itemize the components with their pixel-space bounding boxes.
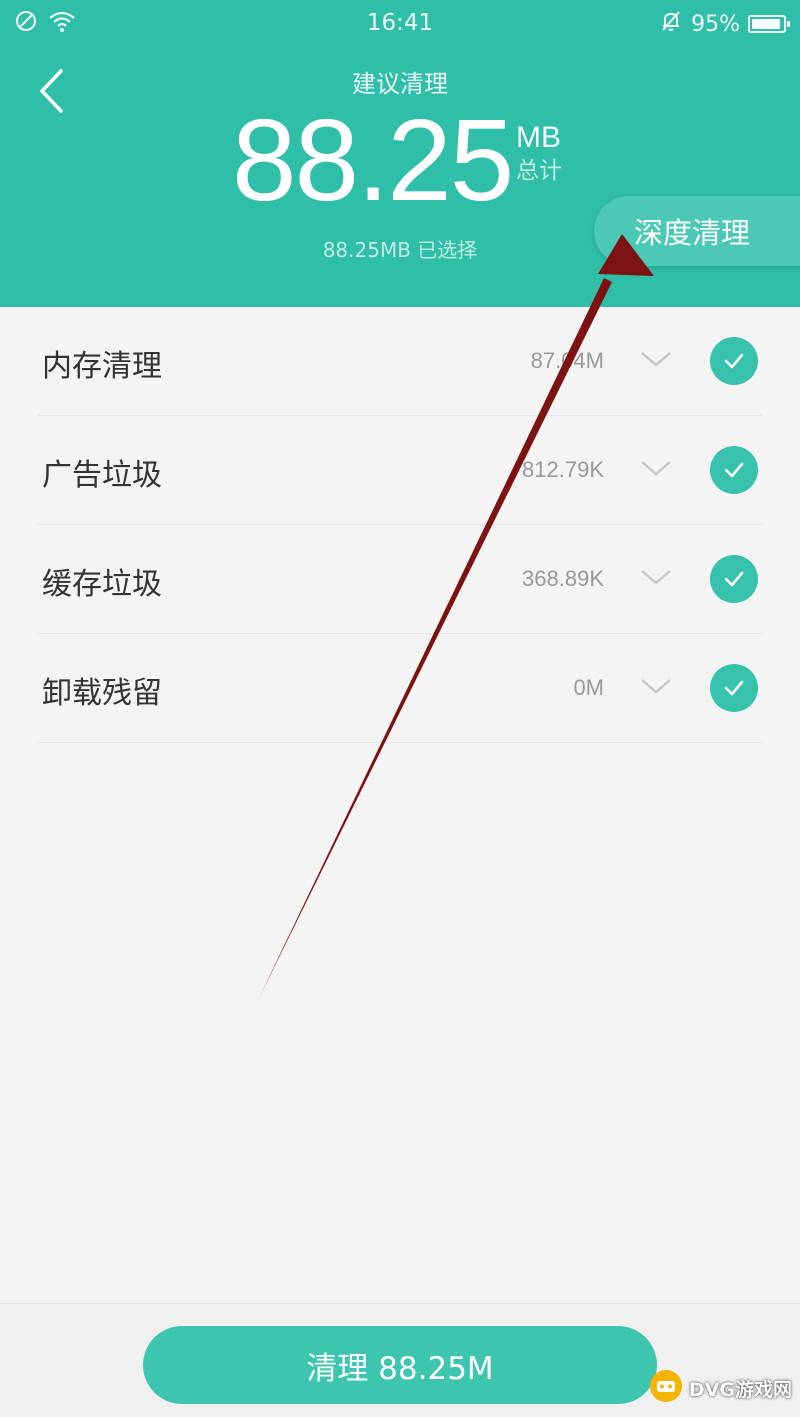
battery-icon: [748, 15, 790, 33]
item-size: 812.79K: [522, 457, 604, 482]
total-size-unit: MB: [516, 121, 561, 154]
check-icon[interactable]: [710, 337, 758, 385]
clean-button[interactable]: 清理 88.25M: [143, 1326, 657, 1404]
chevron-down-icon[interactable]: [638, 456, 674, 480]
total-unit-block: MB 总计: [516, 120, 562, 186]
item-size: 368.89K: [522, 566, 604, 591]
mute-bell-icon: [659, 9, 683, 39]
item-label: 卸载残留: [42, 676, 162, 711]
list-item-ad-junk[interactable]: 广告垃圾 812.79K: [38, 416, 762, 525]
total-size-value: 88.25: [232, 95, 514, 225]
watermark: DVG游戏网: [649, 1368, 792, 1408]
item-label: 缓存垃圾: [42, 567, 162, 602]
list-item-cache-junk[interactable]: 缓存垃圾 368.89K: [38, 525, 762, 634]
item-size: 0M: [573, 675, 604, 700]
battery-percent: 95%: [691, 11, 740, 37]
check-icon[interactable]: [710, 446, 758, 494]
chevron-down-icon[interactable]: [638, 674, 674, 698]
item-size: 87.04M: [530, 348, 604, 373]
battery-fill: [752, 19, 781, 29]
check-icon[interactable]: [710, 555, 758, 603]
item-label: 广告垃圾: [42, 458, 162, 493]
chevron-down-icon[interactable]: [638, 347, 674, 371]
page-title: 建议清理: [352, 70, 448, 98]
list-item-memory[interactable]: 内存清理 87.04M: [38, 307, 762, 416]
gamepad-icon: [649, 1369, 683, 1407]
status-bar: 16:41 95%: [0, 0, 800, 46]
list-item-uninstall-residue[interactable]: 卸载残留 0M: [38, 634, 762, 743]
chevron-down-icon[interactable]: [638, 565, 674, 589]
check-icon[interactable]: [710, 664, 758, 712]
item-label: 内存清理: [42, 349, 162, 384]
status-right: 95%: [659, 9, 790, 39]
deep-clean-button[interactable]: 深度清理: [594, 196, 800, 266]
total-label: 总计: [516, 158, 562, 184]
watermark-text: DVG游戏网: [688, 1378, 792, 1401]
clean-items-list: 内存清理 87.04M 广告垃圾 812.79K 缓存垃圾 368.89K 卸载…: [0, 307, 800, 743]
